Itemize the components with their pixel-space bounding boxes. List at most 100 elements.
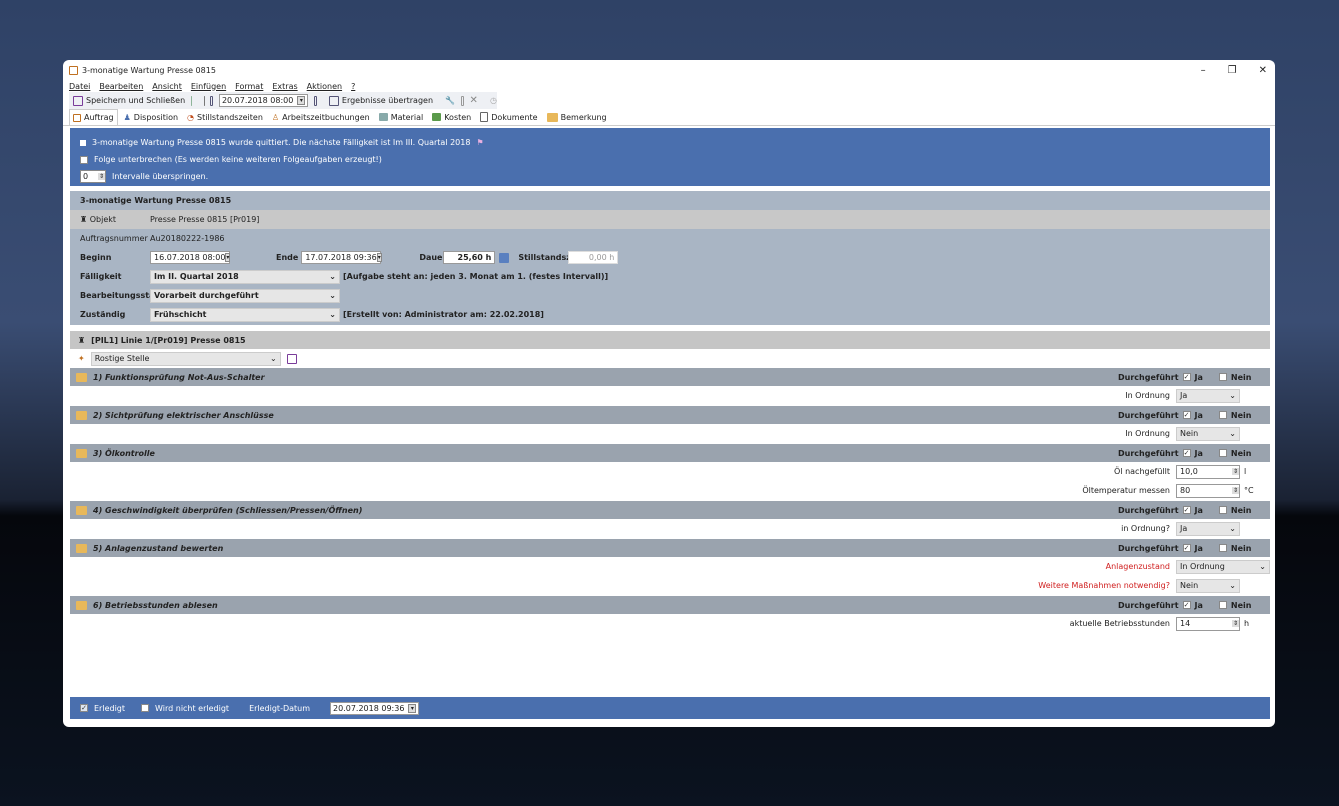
task-title: 1) Funktionsprüfung Not-Aus-Schalter <box>93 372 265 382</box>
menu-ansicht[interactable]: Ansicht <box>152 82 182 91</box>
zustaendig-row: Zuständig Frühschicht ⌄ [Erstellt von: Admi… <box>70 305 1270 324</box>
menu-aktionen[interactable]: Aktionen <box>307 82 342 91</box>
stepper-arrows-icon: ⇕ <box>1231 468 1239 475</box>
task-header: 2) Sichtprüfung elektrischer Anschlüsse … <box>70 406 1270 424</box>
rostige-value: Rostige Stelle <box>94 354 150 363</box>
ja-checkbox[interactable]: ✓ <box>1182 601 1191 609</box>
edit-icon[interactable] <box>461 95 464 106</box>
field-number-input[interactable]: 80 ⇕ <box>1176 483 1240 498</box>
field-value: Nein <box>1180 429 1199 438</box>
field-value: Ja <box>1180 391 1188 400</box>
status-select[interactable]: Vorarbeit durchgeführt ⌄ <box>150 288 340 303</box>
nein-checkbox[interactable] <box>1218 601 1227 609</box>
task-item: 2) Sichtprüfung elektrischer Anschlüsse … <box>70 406 1270 443</box>
field-select[interactable]: Ja ⌄ <box>1176 521 1240 536</box>
ja-checkbox[interactable]: ✓ <box>1182 506 1191 514</box>
tab-bar: Auftrag ♟ Disposition ◔ Stillstandszeiten … <box>63 109 1275 126</box>
preview-icon[interactable] <box>210 95 213 106</box>
tab-dokumente[interactable]: Dokumente <box>477 109 540 125</box>
field-number-input[interactable]: 10,0 ⇕ <box>1176 464 1240 479</box>
stepper-arrows-icon: ⇕ <box>97 173 105 180</box>
zustaendig-select[interactable]: Frühschicht ⌄ <box>150 307 340 322</box>
rostige-row: ✦ Rostige Stelle ⌄ <box>70 350 297 367</box>
nein-checkbox[interactable] <box>1218 411 1227 419</box>
menu-help[interactable]: ? <box>351 82 355 91</box>
calendar-icon[interactable] <box>314 95 317 106</box>
window-title: 3-monatige Wartung Presse 0815 <box>82 65 216 75</box>
nein-label: Nein <box>1230 505 1252 515</box>
task-header: 6) Betriebsstunden ablesen Durchgeführt ✓… <box>70 596 1270 614</box>
faelligkeit-label: Fälligkeit <box>80 272 122 281</box>
tab-bemerkung[interactable]: Bemerkung <box>544 109 610 125</box>
dauer-input[interactable]: 25,60 h <box>443 251 496 264</box>
export-icon[interactable] <box>191 95 192 106</box>
save-close-button[interactable]: Speichern und Schließen <box>73 95 185 106</box>
ja-checkbox[interactable]: ✓ <box>1182 411 1191 419</box>
ja-checkbox[interactable]: ✓ <box>1182 373 1191 381</box>
rostige-select[interactable]: Rostige Stelle ⌄ <box>90 351 281 366</box>
field-select[interactable]: Nein ⌄ <box>1176 426 1240 441</box>
menu-datei[interactable]: Datei <box>69 82 90 91</box>
ja-checkbox[interactable]: ✓ <box>1182 544 1191 552</box>
tab-disposition[interactable]: ♟ Disposition <box>121 109 181 125</box>
tab-auftrag[interactable]: Auftrag <box>69 109 118 125</box>
nein-checkbox[interactable] <box>1218 506 1227 514</box>
ende-date-picker[interactable]: 17.07.2018 09:36 ▾ <box>301 251 382 264</box>
field-label: Öl nachgefüllt <box>1114 467 1170 476</box>
print-icon[interactable] <box>203 95 205 106</box>
erledigt-checkbox[interactable]: ✓ <box>80 704 88 712</box>
save-icon[interactable] <box>286 353 297 364</box>
task-title: 5) Anlagenzustand bewerten <box>93 543 224 553</box>
ja-checkbox[interactable]: ✓ <box>1182 449 1191 457</box>
transfer-results-button[interactable]: Ergebnisse übertragen <box>328 95 433 106</box>
intervalle-stepper[interactable]: 0 ⇕ <box>80 170 106 183</box>
beginn-date-picker[interactable]: 16.07.2018 08:00 ▾ <box>150 251 231 264</box>
ende-label: Ende <box>276 253 299 262</box>
field-value: 14 <box>1180 619 1191 628</box>
field-label: in Ordnung? <box>1121 524 1170 533</box>
tab-label: Arbeitszeitbuchungen <box>282 112 370 122</box>
field-unit: °C <box>1244 486 1254 495</box>
tab-arbeitszeitbuchungen[interactable]: ♙ Arbeitszeitbuchungen <box>269 109 373 125</box>
tab-kosten[interactable]: Kosten <box>429 109 474 125</box>
clock-icon[interactable]: ◷ <box>490 96 497 105</box>
faelligkeit-select[interactable]: Im II. Quartal 2018 ⌄ <box>150 269 340 284</box>
nein-checkbox[interactable] <box>1218 544 1227 552</box>
material-icon <box>378 113 388 121</box>
tab-material[interactable]: Material <box>376 109 427 125</box>
chevron-down-icon: ⌄ <box>329 310 336 319</box>
nicht-erledigt-checkbox[interactable] <box>141 704 150 712</box>
calculator-icon[interactable] <box>499 252 510 263</box>
nein-checkbox[interactable] <box>1218 449 1227 457</box>
durchgefuehrt-label: Durchgeführt <box>1118 372 1179 382</box>
menu-bearbeiten[interactable]: Bearbeiten <box>99 82 143 91</box>
stillstandszeit-input[interactable]: 0,00 h <box>568 251 619 264</box>
tab-stillstandszeiten[interactable]: ◔ Stillstandszeiten <box>184 109 266 125</box>
nein-checkbox[interactable] <box>1218 373 1227 381</box>
restore-button[interactable]: ❐ <box>1228 65 1237 76</box>
stepper-arrows-icon: ⇕ <box>1231 487 1239 494</box>
menu-extras[interactable]: Extras <box>272 82 297 91</box>
dropdown-icon: ▾ <box>376 253 382 262</box>
toolbar-date-picker[interactable]: 20.07.2018 08:00 ▾ <box>218 94 309 107</box>
field-select[interactable]: In Ordnung ⌄ <box>1176 559 1270 574</box>
zustaendig-label: Zuständig <box>80 310 126 319</box>
durchgefuehrt-group: Durchgeführt ✓ Ja Nein <box>1118 411 1270 420</box>
field-number-input[interactable]: 14 ⇕ <box>1176 616 1240 631</box>
folder-icon <box>76 543 87 553</box>
field-select[interactable]: Ja ⌄ <box>1176 388 1240 403</box>
task-header: 3) Ölkontrolle Durchgeführt ✓ Ja Nein <box>70 444 1270 462</box>
menu-format[interactable]: Format <box>235 82 263 91</box>
ja-label: Ja <box>1194 410 1203 420</box>
minimize-button[interactable]: – <box>1201 65 1206 76</box>
folge-checkbox[interactable] <box>80 155 88 164</box>
menu-einfuegen[interactable]: Einfügen <box>191 82 226 91</box>
delete-icon[interactable]: ✕ <box>470 95 478 106</box>
field-select[interactable]: Nein ⌄ <box>1176 578 1240 593</box>
task-field-row: Öltemperatur messen 80 ⇕ °C <box>70 481 1270 500</box>
close-button[interactable]: ✕ <box>1259 65 1267 76</box>
wrench-icon[interactable]: 🔧 <box>445 96 455 105</box>
task-title: 6) Betriebsstunden ablesen <box>93 600 218 610</box>
erledigt-datum-picker[interactable]: 20.07.2018 09:36 ▾ <box>330 701 420 715</box>
dropdown-icon: ▾ <box>408 703 417 713</box>
